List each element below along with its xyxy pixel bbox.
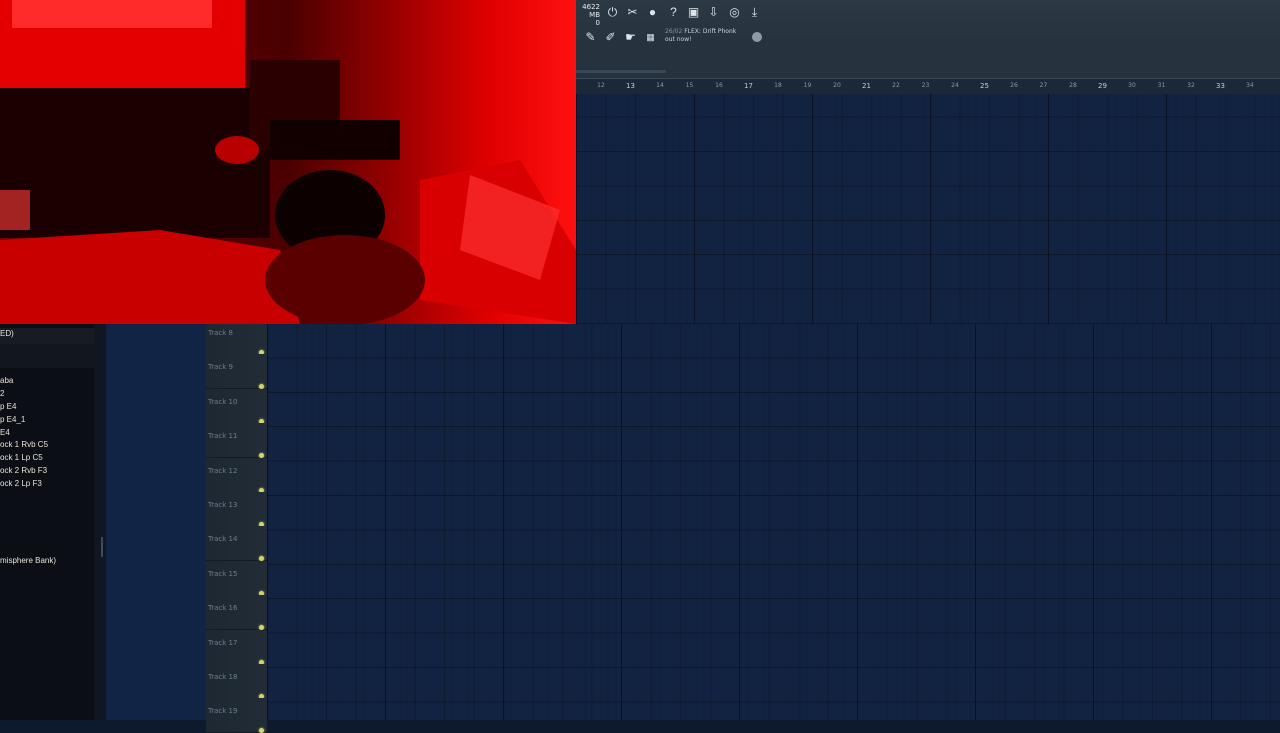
track-label: Track 13: [208, 501, 238, 509]
news-date: 26/02: [665, 28, 683, 35]
channel-area: [106, 324, 206, 720]
track-header[interactable]: Track 12: [206, 457, 267, 493]
track-header[interactable]: Track 17: [206, 629, 267, 665]
webcam-image: [0, 0, 576, 324]
track-header[interactable]: Track 18: [206, 664, 267, 699]
ruler-beat-label: 30: [1128, 82, 1136, 89]
ruler-beat-label: 15: [685, 82, 694, 89]
track-header[interactable]: Track 14: [206, 526, 267, 562]
hand-tool-icon[interactable]: ☛: [622, 29, 639, 46]
browser-selected-row: [0, 328, 94, 344]
memory-sub-value: 0: [595, 19, 600, 27]
memory-readout: 4622 MB 0: [576, 3, 600, 27]
news-link-icon[interactable]: [752, 32, 762, 42]
news-title: FLEX: Drift Phonk: [684, 28, 737, 35]
mic-icon[interactable]: ●: [644, 4, 661, 21]
ruler-bar-label: 33: [1216, 82, 1225, 90]
browser-item[interactable]: ock 2 Rvb F3: [0, 466, 47, 475]
webcam-overlay: [0, 0, 576, 324]
track-header[interactable]: Track 8: [206, 320, 267, 355]
ruler-bar-label: 17: [744, 82, 753, 90]
browser-scrollbar[interactable]: [94, 324, 106, 720]
save-icon[interactable]: ▣: [685, 4, 702, 21]
memory-value: 4622 MB: [582, 3, 600, 19]
render-icon[interactable]: ⇩: [705, 4, 722, 21]
ruler-beat-label: 20: [833, 82, 841, 89]
ruler-bar-label: 21: [862, 82, 871, 90]
browser-item[interactable]: E4: [0, 428, 10, 437]
ruler-bar-label: 29: [1098, 82, 1107, 90]
browser-row-highlight: [0, 344, 94, 368]
playlist-grid-upper[interactable]: [576, 94, 1280, 324]
track-header[interactable]: Track 13: [206, 492, 267, 527]
ruler-bar-label: 25: [980, 82, 989, 90]
track-headers: Track 8 Track 9 Track 10 Track 11 Track 12 Tr…: [206, 320, 267, 733]
track-header[interactable]: Track 16: [206, 595, 267, 631]
browser-item[interactable]: misphere Bank): [0, 556, 56, 565]
ruler-beat-label: 16: [715, 82, 723, 89]
help-icon[interactable]: ?: [665, 4, 682, 21]
ruler-beat-label: 19: [803, 82, 812, 89]
track-label: Track 9: [208, 363, 233, 372]
browser-item[interactable]: ock 2 Lp F3: [0, 479, 42, 488]
browser-item[interactable]: 2: [0, 389, 4, 398]
playlist-grid[interactable]: [267, 324, 1280, 720]
track-label: Track 18: [208, 673, 238, 681]
track-label: Track 17: [208, 638, 238, 647]
ruler-beat-label: 31: [1157, 82, 1166, 89]
track-label: Track 12: [208, 466, 238, 475]
top-toolbar: 4622 MB 0 ⏻ ✂ ● ? ▣ ⇩ ◎ ⤓ ✎ ✐ ☛ ▦ 26/02 …: [576, 0, 1280, 52]
track-header[interactable]: Track 15: [206, 560, 267, 596]
browser-item[interactable]: p E4: [0, 402, 16, 411]
chat-icon[interactable]: ◎: [726, 4, 743, 21]
ruler-beat-label: 32: [1187, 82, 1195, 89]
browser-item[interactable]: aba: [0, 376, 13, 385]
track-label: Track 11: [208, 432, 238, 441]
ruler-beat-label: 18: [774, 82, 782, 89]
track-label: Track 16: [208, 604, 238, 613]
track-label: Track 15: [208, 569, 238, 578]
ruler-beat-label: 27: [1039, 82, 1048, 89]
trash-icon[interactable]: ▦: [642, 29, 659, 46]
browser-item[interactable]: ock 1 Lp C5: [0, 453, 43, 462]
ruler-beat-label: 26: [1010, 82, 1018, 89]
track-header[interactable]: Track 11: [206, 423, 267, 459]
ruler-beat-label: 23: [921, 82, 930, 89]
browser-item[interactable]: ED): [0, 329, 14, 338]
track-label: Track 10: [208, 397, 238, 406]
ruler-beat-label: 28: [1069, 82, 1077, 89]
browser-item[interactable]: p E4_1: [0, 415, 25, 424]
ruler-beat-label: 22: [892, 82, 900, 89]
ruler-beat-label: 12: [597, 82, 605, 89]
pencil-tool-icon[interactable]: ✎: [582, 29, 599, 46]
track-header[interactable]: Track 9: [206, 354, 267, 390]
power-icon[interactable]: ⏻: [604, 4, 621, 21]
browser-item[interactable]: ock 1 Rvb C5: [0, 440, 48, 449]
track-header[interactable]: Track 19: [206, 698, 267, 733]
cut-icon[interactable]: ✂: [624, 4, 641, 21]
track-mute-led[interactable]: [259, 728, 264, 733]
ruler-beat-label: 14: [656, 82, 664, 89]
playlist-header-strip: [576, 52, 1280, 78]
ruler-beat-label: 24: [951, 82, 959, 89]
ruler-bar-label: 13: [626, 82, 635, 90]
browser-panel: ED) aba 2 p E4 p E4_1 E4 ock 1 Rvb C5 ock 1 Lp …: [0, 324, 94, 720]
horizontal-scrollbar[interactable]: [576, 70, 666, 73]
download-icon[interactable]: ⤓: [746, 4, 763, 21]
track-label: Track 14: [208, 535, 238, 544]
timeline-ruler[interactable]: 13 17 21 25 29 33 12 14 15 16 18 19 20 22 23 24 26 27 28 30…: [576, 78, 1280, 95]
ruler-beat-label: 34: [1246, 82, 1254, 89]
track-label: Track 8: [208, 329, 233, 337]
news-panel[interactable]: 26/02 FLEX: Drift Phonk out now!: [665, 28, 736, 44]
brush-tool-icon[interactable]: ✐: [602, 29, 619, 46]
browser-scroll-thumb[interactable]: [101, 537, 103, 557]
news-subtitle: out now!: [665, 36, 692, 43]
track-label: Track 19: [208, 707, 238, 716]
track-header[interactable]: Track 10: [206, 388, 267, 424]
